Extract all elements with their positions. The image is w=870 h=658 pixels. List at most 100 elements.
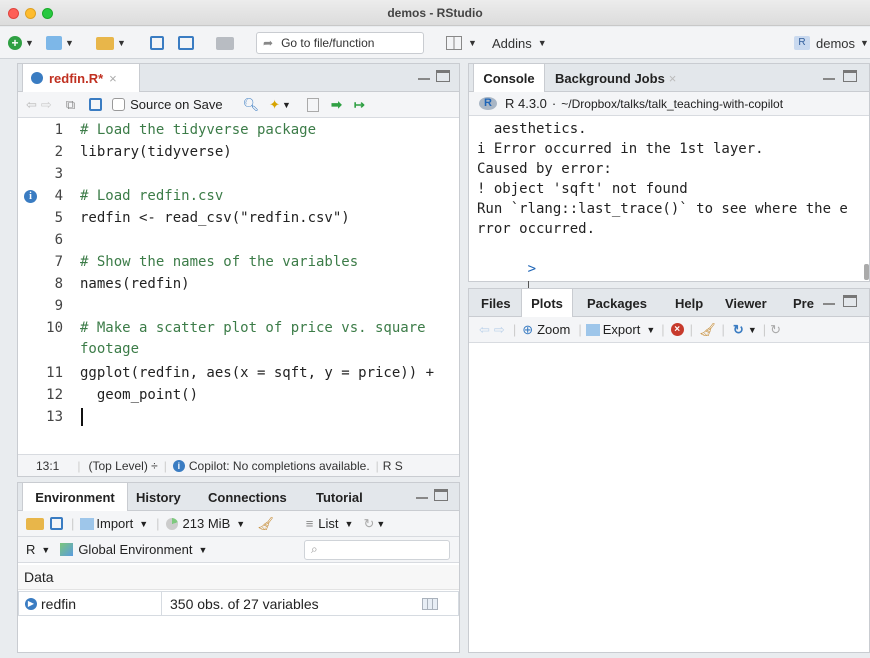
tab-help[interactable]: Help (675, 289, 703, 317)
tab-history[interactable]: History (136, 483, 181, 511)
r-file-icon (31, 72, 43, 84)
code-line: 13 (18, 407, 459, 427)
search-icon[interactable]: 🔍︎ (243, 97, 260, 113)
file-type-label[interactable]: R S (383, 459, 403, 473)
r-project-icon: R (794, 36, 810, 50)
chevron-down-icon: ▼ (25, 38, 34, 48)
tab-files[interactable]: Files (481, 289, 511, 317)
maximize-pane-icon[interactable] (436, 70, 450, 82)
publish-icon[interactable]: ↻ (733, 322, 744, 338)
expand-arrow-icon[interactable]: ▶ (25, 597, 37, 610)
code-line: 11 ggplot(redfin, aes(x = sqft, y = price… (46, 365, 435, 381)
addins-menu[interactable]: Addins ▼ (492, 33, 547, 53)
source-on-save-checkbox[interactable] (112, 98, 126, 111)
working-directory[interactable]: ~/Dropbox/talks/talk_teaching-with-copil… (561, 97, 783, 111)
list-view-button[interactable]: List (318, 516, 338, 531)
back-arrow-icon[interactable]: ⇦ (26, 97, 37, 113)
broom-icon[interactable]: 🧹︎ (699, 322, 716, 338)
tab-plots[interactable]: Plots (521, 289, 573, 317)
code-editor[interactable]: 1 # Load the tidyverse package 2 library(t… (18, 120, 459, 454)
plus-circle-icon: + (8, 36, 22, 50)
memory-pie-icon (165, 517, 178, 530)
chevron-down-icon: ▼ (646, 324, 656, 335)
code-line: 12 geom_point() (46, 387, 199, 403)
environment-pane: Environment History Connections Tutorial… (17, 482, 460, 653)
code-line: 6 (54, 232, 63, 248)
console-tabstrip: Console Background Jobs × (469, 64, 869, 92)
chevron-down-icon: ▼ (41, 544, 51, 555)
tab-viewer[interactable]: Viewer (725, 289, 767, 317)
console-prompt[interactable]: > (477, 239, 861, 297)
maximize-pane-icon[interactable] (843, 70, 857, 82)
source-editor-pane: redfin.R* × ⇦ ⇨ ⧉ Source on Save 🔍︎ ✦ ▼ … (17, 63, 460, 477)
back-arrow-icon[interactable]: ⇦ (479, 322, 490, 338)
magic-wand-icon[interactable]: ✦ (269, 97, 280, 113)
forward-arrow-icon[interactable]: ⇨ (494, 322, 505, 338)
minimize-pane-icon[interactable] (418, 78, 430, 88)
project-icon (46, 36, 62, 50)
tab-tutorial[interactable]: Tutorial (316, 483, 363, 511)
print-button[interactable] (216, 33, 234, 53)
chevron-down-icon: ▼ (282, 99, 291, 110)
view-table-icon[interactable] (422, 598, 438, 610)
text-cursor (81, 408, 83, 426)
code-line: 9 (54, 298, 63, 314)
refresh-icon[interactable]: ↻ (770, 322, 781, 338)
addins-label: Addins (492, 35, 532, 51)
tab-presentation[interactable]: Pre (793, 289, 814, 317)
refresh-icon[interactable]: ↻ (363, 516, 374, 532)
table-row[interactable]: ▶ redfin 350 obs. of 27 variables (18, 591, 459, 616)
close-tab-icon[interactable]: × (669, 71, 677, 86)
code-line: 8 names(redfin) (54, 276, 190, 292)
language-dropdown[interactable]: R (26, 542, 35, 557)
console-output[interactable]: aesthetics. i Error occurred in the 1st … (477, 119, 861, 297)
save-icon[interactable] (89, 98, 103, 111)
maximize-pane-icon[interactable] (434, 489, 448, 501)
tab-environment[interactable]: Environment (22, 483, 128, 511)
console-scrollbar[interactable] (864, 264, 869, 280)
console-line: rror occurred. (477, 221, 596, 237)
global-environment-dropdown[interactable]: Global Environment (78, 542, 192, 557)
project-menu[interactable]: R demos ▼ (794, 33, 869, 53)
pane-layout-button[interactable]: ▼ (446, 33, 477, 53)
tab-redfin[interactable]: redfin.R* × (22, 64, 140, 92)
load-workspace-icon[interactable] (26, 517, 44, 530)
files-plots-pane: Files Plots Packages Help Viewer Pre ⇦ ⇨… (468, 288, 870, 653)
run-line-icon[interactable]: ➡ (331, 97, 342, 113)
print-icon (216, 36, 234, 50)
save-workspace-icon[interactable] (50, 517, 63, 530)
tab-background-jobs[interactable]: Background Jobs × (555, 64, 676, 92)
cursor-position: 13:1 (36, 458, 60, 473)
save-icon (150, 36, 164, 50)
compile-report-icon[interactable] (306, 97, 319, 112)
save-all-button[interactable] (178, 33, 194, 53)
open-file-button[interactable]: ▼ (96, 33, 126, 53)
new-project-button[interactable]: ▼ (46, 33, 74, 53)
tab-console[interactable]: Console (473, 64, 545, 92)
zoom-button[interactable]: Zoom (537, 322, 570, 337)
close-tab-icon[interactable]: × (109, 71, 117, 86)
maximize-pane-icon[interactable] (843, 295, 857, 307)
new-file-button[interactable]: + ▼ (8, 33, 34, 53)
minimize-pane-icon[interactable] (823, 78, 835, 88)
copilot-status: Copilot: No completions available. (188, 458, 370, 473)
environment-search-input[interactable]: ⌕ (304, 540, 450, 560)
minimize-pane-icon[interactable] (416, 497, 428, 507)
chevron-down-icon: ▼ (376, 518, 386, 529)
import-dataset-button[interactable]: Import (96, 516, 133, 531)
export-button[interactable]: Export (603, 322, 641, 337)
r-version: R 4.3.0 (505, 96, 547, 111)
remove-plot-icon[interactable]: × (670, 323, 684, 336)
minimize-pane-icon[interactable] (823, 303, 835, 313)
memory-usage-button[interactable]: 213 MiB (183, 516, 231, 531)
tab-connections[interactable]: Connections (208, 483, 287, 511)
forward-arrow-icon[interactable]: ⇨ (41, 97, 52, 113)
code-line: i 4 # Load redfin.csv (18, 186, 459, 206)
save-button[interactable] (150, 33, 164, 53)
source-script-icon[interactable]: ↦ (354, 97, 365, 113)
tab-packages[interactable]: Packages (587, 289, 647, 317)
broom-icon[interactable]: 🧹︎ (257, 516, 274, 532)
scope-dropdown[interactable]: (Top Level) ÷ (88, 459, 157, 473)
goto-file-input[interactable]: ➦ Go to file/function (256, 32, 424, 54)
show-in-window-icon[interactable]: ⧉ (66, 97, 75, 113)
